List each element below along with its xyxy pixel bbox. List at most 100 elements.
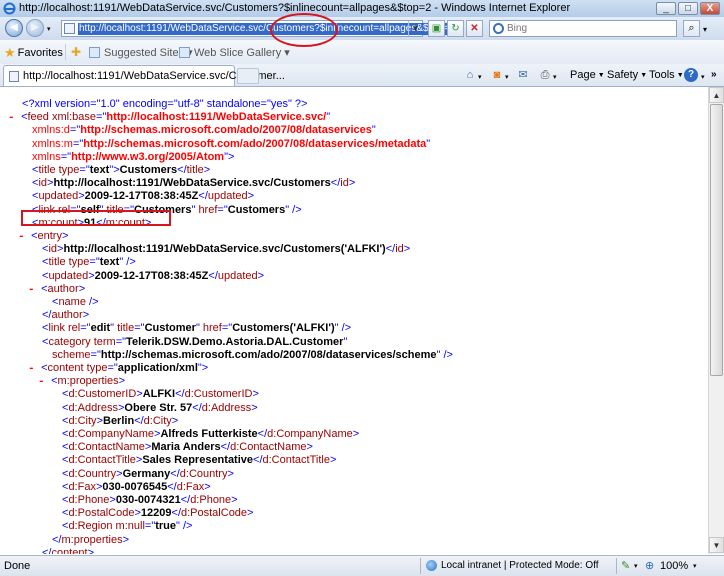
status-separator — [420, 558, 421, 574]
home-dropdown-icon[interactable]: ▾ — [478, 73, 482, 81]
collapse-toggle-icon[interactable]: - — [8, 112, 18, 125]
collapse-toggle-icon[interactable]: - — [28, 284, 38, 297]
xml-line: scheme="http://schemas.microsoft.com/ado… — [52, 348, 453, 361]
close-button[interactable]: X — [700, 2, 720, 15]
xml-line: </author> — [42, 309, 90, 322]
xml-line: </m:properties> — [52, 533, 130, 546]
bing-icon — [493, 23, 504, 34]
xml-line: - <m:properties> — [38, 375, 126, 389]
xml-line: <d:Address>Obere Str. 57</d:Address> — [62, 401, 258, 414]
print-dropdown-icon[interactable]: ▾ — [553, 73, 557, 81]
xml-line: <id>http://localhost:1191/WebDataService… — [32, 177, 356, 190]
refresh-button[interactable]: ↻ — [447, 20, 464, 37]
web-slice-gallery-link[interactable]: Web Slice Gallery ▾ — [179, 46, 290, 59]
xml-line: <d:Country>Germany</d:Country> — [62, 467, 234, 480]
search-button[interactable]: ⌕ — [683, 20, 700, 37]
forward-button[interactable]: ▶ — [26, 19, 44, 37]
help-dropdown-icon[interactable]: ▾ — [701, 73, 705, 81]
home-icon[interactable]: ⌂ — [463, 68, 477, 82]
safety-dropdown-icon: ▼ — [640, 72, 648, 79]
xml-line: <title type="text" /> — [42, 256, 136, 269]
scroll-thumb[interactable] — [710, 104, 723, 376]
collapse-toggle-icon[interactable]: - — [18, 231, 28, 244]
favorites-star-icon: ★ — [4, 45, 16, 60]
xml-line: <name /> — [52, 296, 99, 308]
xml-line: <d:CompanyName>Alfreds Futterkiste</d:Co… — [62, 428, 360, 440]
search-icon: ⌕ — [688, 22, 695, 34]
vertical-scrollbar[interactable]: ▲ ▼ — [708, 87, 724, 554]
address-bar[interactable]: http://localhost:1191/WebDataService.svc… — [61, 20, 455, 37]
xml-line: <?xml version="1.0" encoding="utf-8" sta… — [22, 98, 308, 110]
maximize-button[interactable]: □ — [678, 2, 698, 15]
address-dropdown-icon[interactable]: ▼ — [408, 21, 422, 36]
address-url[interactable]: http://localhost:1191/WebDataService.svc… — [78, 23, 455, 35]
new-tab-button[interactable] — [237, 68, 259, 84]
collapse-toggle-icon[interactable]: - — [28, 363, 38, 376]
read-mail-icon[interactable]: ✉ — [516, 68, 530, 82]
xml-line: <d:City>Berlin</d:City> — [62, 414, 179, 427]
xml-line: - <entry> — [18, 230, 69, 244]
suggested-sites-link[interactable]: Suggested Sites ▾ — [89, 46, 193, 59]
protected-mode-icon[interactable]: ✎ — [621, 559, 630, 572]
feeds-icon[interactable]: ◙ — [490, 68, 504, 82]
safety-menu[interactable]: Safety ▼ — [607, 69, 647, 81]
history-dropdown-icon[interactable]: ▾ — [47, 25, 51, 33]
zoom-icon: ⊕ — [645, 560, 655, 572]
minimize-button[interactable]: _ — [656, 2, 676, 15]
search-box[interactable] — [489, 20, 677, 37]
page-menu-label: Page — [570, 69, 596, 81]
forward-arrow-icon: ▶ — [31, 22, 39, 33]
xml-content-view: <?xml version="1.0" encoding="utf-8" sta… — [0, 87, 708, 554]
refresh-icon: ↻ — [451, 23, 460, 34]
scroll-up-arrow-icon[interactable]: ▲ — [709, 87, 724, 103]
count-highlight-box — [21, 210, 171, 226]
xml-line: <d:ContactTitle>Sales Representative</d:… — [62, 454, 337, 467]
stop-button[interactable]: ✕ — [466, 20, 483, 37]
search-options-icon[interactable]: ▾ — [703, 25, 707, 34]
toolbar-chevron-icon[interactable]: » — [711, 69, 717, 80]
status-text: Done — [4, 560, 31, 572]
security-zone-text[interactable]: Local intranet | Protected Mode: Off — [441, 560, 599, 571]
xml-line: <d:Phone>030-0074321</d:Phone> — [62, 494, 238, 506]
xml-line: <category term="Telerik.DSW.Demo.Astoria… — [42, 335, 348, 348]
xml-line: - <content type="application/xml"> — [28, 362, 209, 376]
favorites-separator — [65, 44, 66, 60]
zoom-dropdown-icon[interactable]: ▾ — [693, 562, 697, 570]
tab-active[interactable]: http://localhost:1191/WebDataService.svc… — [3, 65, 285, 86]
help-icon[interactable]: ? — [684, 68, 698, 82]
xml-line: <title type="text">Customers</title> — [32, 164, 211, 176]
print-icon[interactable]: ⎙ — [538, 68, 552, 82]
tools-menu-label: Tools — [649, 69, 675, 81]
zoom-level[interactable]: 100% — [660, 560, 688, 572]
collapse-toggle-icon[interactable]: - — [38, 376, 48, 389]
xml-line: <link rel="edit" title="Customer" href="… — [42, 322, 352, 335]
compatibility-view-button[interactable]: ▣ — [428, 20, 445, 37]
xml-line: xmlns:m="http://schemas.microsoft.com/ad… — [32, 137, 431, 150]
navigation-bar: ◀ ▶ ▾ http://localhost:1191/WebDataServi… — [0, 17, 724, 40]
xml-line: <d:CustomerID>ALFKI</d:CustomerID> — [62, 388, 259, 401]
inlinecount-highlight-ellipse — [270, 13, 338, 47]
compatibility-icon: ▣ — [431, 23, 442, 34]
add-favorites-icon[interactable]: ✚ — [71, 45, 81, 59]
xml-line: - <author> — [28, 282, 86, 297]
page-menu[interactable]: Page ▼ — [570, 69, 605, 81]
xml-line: <d:ContactName>Maria Anders</d:ContactNa… — [62, 441, 313, 454]
tab-bar: http://localhost:1191/WebDataService.svc… — [0, 64, 724, 87]
xml-line: <d:Region m:null="true" /> — [62, 520, 193, 533]
tab-page-icon — [9, 71, 19, 82]
favorites-button[interactable]: ★ Favorites — [4, 45, 63, 60]
xml-line: xmlns="http://www.w3.org/2005/Atom"> — [32, 150, 235, 163]
xml-line: <d:PostalCode>12209</d:PostalCode> — [62, 507, 254, 520]
protected-mode-dropdown-icon[interactable]: ▾ — [634, 562, 638, 570]
intranet-zone-icon — [426, 560, 437, 571]
window-title-bar: http://localhost:1191/WebDataService.svc… — [0, 0, 724, 18]
feeds-dropdown-icon[interactable]: ▾ — [505, 73, 509, 81]
back-arrow-icon: ◀ — [10, 22, 18, 33]
scroll-down-arrow-icon[interactable]: ▼ — [709, 537, 724, 553]
tools-dropdown-icon: ▼ — [676, 72, 684, 79]
xml-line: </content> — [42, 546, 95, 554]
back-button[interactable]: ◀ — [5, 19, 23, 37]
tools-menu[interactable]: Tools ▼ — [649, 69, 684, 81]
search-input[interactable] — [507, 22, 667, 35]
suggested-sites-icon — [89, 47, 100, 58]
